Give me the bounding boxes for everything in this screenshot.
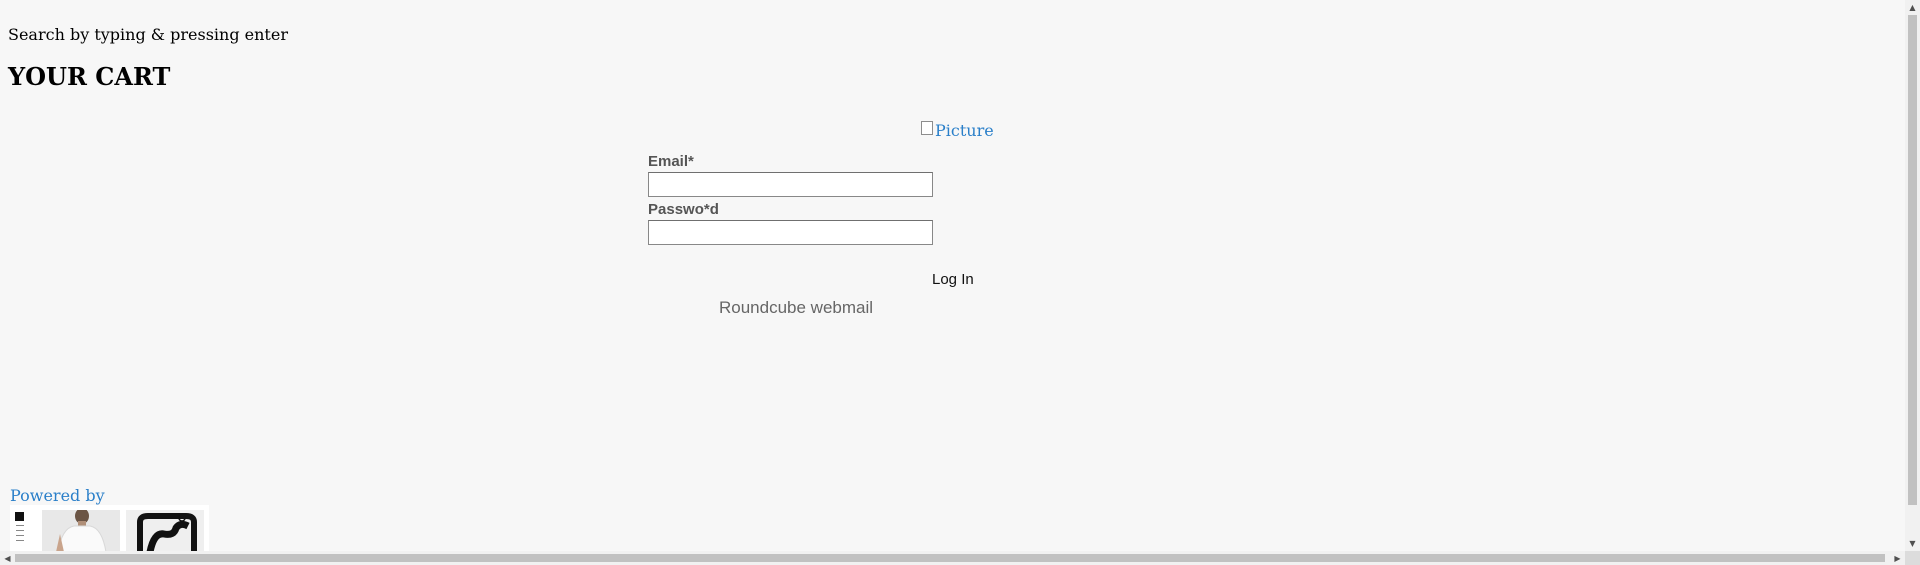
thumbnail-person-photo [42, 510, 120, 552]
thumbnail-menu [13, 510, 27, 552]
horizontal-scrollbar[interactable]: ◀ ▶ [0, 551, 1905, 565]
preview-thumbnails [10, 505, 209, 552]
arrow-up-icon[interactable]: ▲ [1905, 0, 1920, 15]
webmail-label: Roundcube webmail [719, 298, 874, 317]
vertical-scrollbar[interactable]: ▲ ▼ [1905, 0, 1920, 551]
picture-link[interactable]: Picture [921, 120, 994, 140]
broken-image-icon [921, 121, 933, 135]
horizontal-scroll-thumb[interactable] [15, 554, 1885, 562]
login-button[interactable]: Log In [928, 270, 978, 290]
email-field[interactable] [648, 172, 933, 197]
arrow-left-icon[interactable]: ◀ [0, 551, 15, 565]
password-label: Passwo*d [648, 201, 719, 218]
thumbnail-shirt-photo [126, 510, 204, 552]
thumbnail-logo [15, 512, 24, 521]
arrow-down-icon[interactable]: ▼ [1905, 536, 1920, 551]
scrollbar-corner [1905, 551, 1920, 565]
search-hint: Search by typing & pressing enter [8, 25, 288, 44]
email-label: Email* [648, 153, 694, 170]
cart-title: YOUR CART [8, 62, 171, 91]
picture-alt-text: Picture [935, 120, 994, 140]
password-field[interactable] [648, 220, 933, 245]
arrow-right-icon[interactable]: ▶ [1890, 551, 1905, 565]
powered-by-link[interactable]: Powered by [10, 486, 105, 506]
vertical-scroll-thumb[interactable] [1908, 15, 1917, 505]
